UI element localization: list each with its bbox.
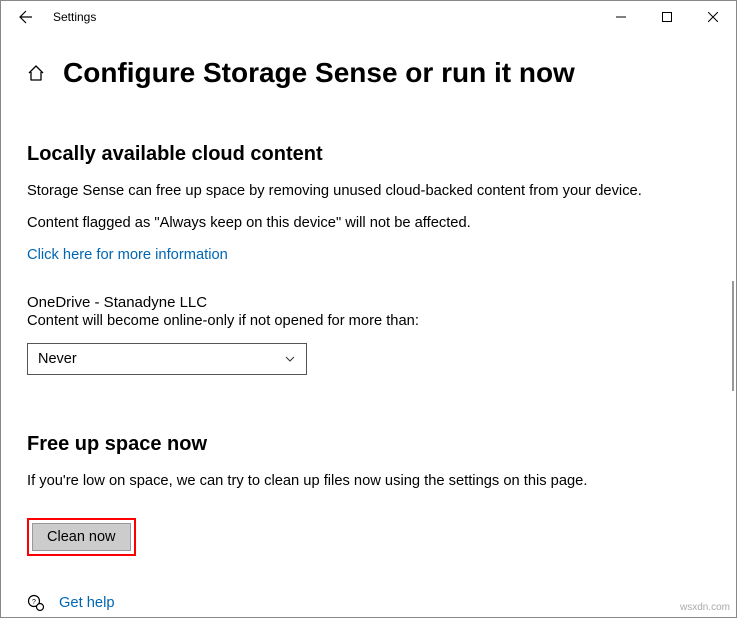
minimize-icon	[616, 12, 626, 22]
close-button[interactable]	[690, 1, 736, 33]
get-help-link[interactable]: Get help	[59, 595, 115, 611]
dropdown-value: Never	[38, 351, 77, 367]
onedrive-threshold-dropdown[interactable]: Never	[27, 343, 307, 375]
minimize-button[interactable]	[598, 1, 644, 33]
maximize-button[interactable]	[644, 1, 690, 33]
maximize-icon	[662, 12, 672, 22]
close-icon	[708, 12, 718, 22]
content-area: Locally available cloud content Storage …	[1, 143, 736, 612]
scrollbar[interactable]	[732, 281, 734, 391]
cloud-desc-1: Storage Sense can free up space by remov…	[27, 182, 710, 202]
titlebar: Settings	[1, 1, 736, 33]
freeup-desc: If you're low on space, we can try to cl…	[27, 472, 710, 492]
cloud-desc-2: Content flagged as "Always keep on this …	[27, 214, 710, 234]
more-info-link[interactable]: Click here for more information	[27, 247, 228, 263]
freeup-heading: Free up space now	[27, 433, 710, 456]
help-icon: ?	[27, 594, 45, 612]
home-button[interactable]	[27, 64, 45, 82]
highlight-annotation: Clean now	[27, 518, 136, 556]
chevron-down-icon	[284, 353, 296, 365]
back-arrow-icon	[18, 9, 34, 25]
svg-text:?: ?	[32, 599, 36, 606]
window-controls	[598, 1, 736, 33]
page-header: Configure Storage Sense or run it now	[1, 33, 736, 99]
cloud-content-heading: Locally available cloud content	[27, 143, 710, 166]
back-button[interactable]	[11, 2, 41, 32]
onedrive-account-label: OneDrive - Stanadyne LLC	[27, 294, 710, 311]
onedrive-desc: Content will become online-only if not o…	[27, 313, 710, 329]
page-title: Configure Storage Sense or run it now	[63, 57, 575, 89]
watermark: wsxdn.com	[680, 602, 730, 613]
home-icon	[27, 64, 45, 82]
clean-now-button[interactable]: Clean now	[32, 523, 131, 551]
get-help-row: ? Get help	[27, 594, 710, 612]
titlebar-label: Settings	[53, 10, 96, 24]
